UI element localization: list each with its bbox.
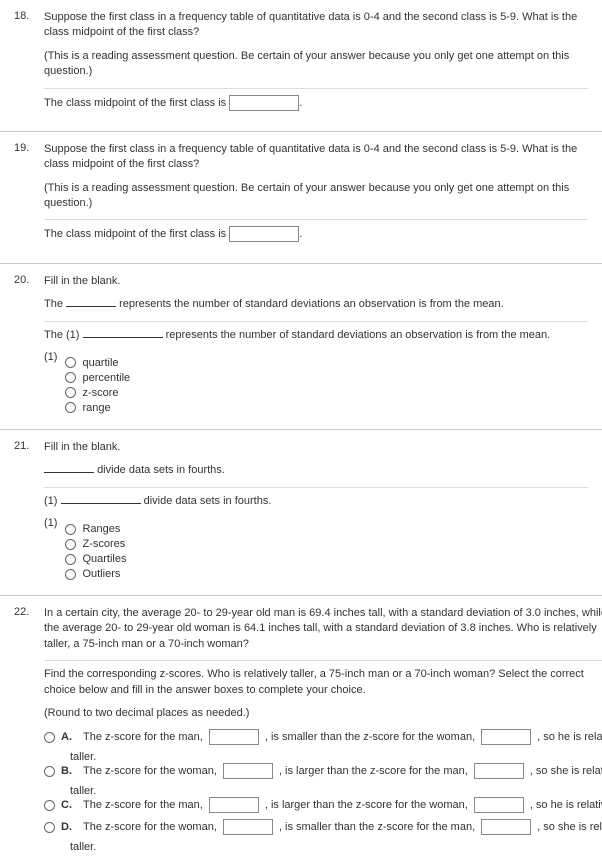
radio-icon (65, 524, 76, 535)
radio-icon (65, 357, 76, 368)
blank-sentence: divide data sets in fourths. (44, 463, 588, 478)
answer-input[interactable] (223, 819, 273, 835)
restated-sentence: (1) divide data sets in fourths. (44, 494, 588, 509)
question-title: Fill in the blank. (44, 274, 588, 289)
option-group-label: (1) (44, 351, 57, 417)
radio-icon (44, 822, 55, 833)
radio-option-outliers[interactable]: Outliers (65, 568, 126, 580)
radio-option-ranges[interactable]: Ranges (65, 523, 126, 535)
choice-b[interactable]: B. The z-score for the woman, , is large… (44, 763, 602, 779)
choice-b-continuation: taller. (70, 785, 602, 797)
question-number: 20. (14, 274, 34, 417)
question-number: 21. (14, 440, 34, 583)
blank (83, 337, 163, 338)
question-number: 19. (14, 142, 34, 251)
answer-line: The class midpoint of the first class is… (44, 95, 588, 111)
radio-icon (44, 800, 55, 811)
blank (44, 472, 94, 473)
option-group-label: (1) (44, 517, 57, 583)
answer-line: The class midpoint of the first class is… (44, 226, 588, 242)
radio-icon (65, 539, 76, 550)
restated-sentence: The (1) represents the number of standar… (44, 328, 588, 343)
choice-d-continuation: taller. (70, 841, 602, 853)
answer-input[interactable] (223, 763, 273, 779)
question-note: (This is a reading assessment question. … (44, 49, 588, 80)
radio-option-zscores[interactable]: Z-scores (65, 538, 126, 550)
question-22: 22. In a certain city, the average 20- t… (0, 596, 602, 865)
answer-input[interactable] (229, 226, 299, 242)
radio-icon (65, 569, 76, 580)
blank-sentence: The represents the number of standard de… (44, 297, 588, 312)
question-18: 18. Suppose the first class in a frequen… (0, 0, 602, 132)
radio-icon (65, 387, 76, 398)
radio-icon (65, 372, 76, 383)
question-title: Fill in the blank. (44, 440, 588, 455)
answer-input[interactable] (481, 729, 531, 745)
choice-a-continuation: taller. (70, 751, 602, 763)
question-prompt: In a certain city, the average 20- to 29… (44, 606, 602, 652)
radio-option-range[interactable]: range (65, 402, 130, 414)
choice-a[interactable]: A. The z-score for the man, , is smaller… (44, 729, 602, 745)
radio-option-quartile[interactable]: quartile (65, 357, 130, 369)
choice-d[interactable]: D. The z-score for the woman, , is small… (44, 819, 602, 835)
answer-input[interactable] (481, 819, 531, 835)
round-note: (Round to two decimal places as needed.) (44, 706, 602, 721)
blank (61, 503, 141, 504)
radio-option-zscore[interactable]: z-score (65, 387, 130, 399)
question-note: (This is a reading assessment question. … (44, 181, 588, 212)
question-prompt: Suppose the first class in a frequency t… (44, 10, 588, 41)
question-21: 21. Fill in the blank. divide data sets … (0, 430, 602, 596)
question-number: 22. (14, 606, 34, 853)
choice-c[interactable]: C. The z-score for the man, , is larger … (44, 797, 602, 813)
blank (66, 306, 116, 307)
radio-icon (44, 732, 55, 743)
question-20: 20. Fill in the blank. The represents th… (0, 264, 602, 430)
answer-input[interactable] (229, 95, 299, 111)
answer-input[interactable] (209, 797, 259, 813)
question-instruction: Find the corresponding z-scores. Who is … (44, 667, 602, 698)
question-19: 19. Suppose the first class in a frequen… (0, 132, 602, 264)
answer-input[interactable] (474, 797, 524, 813)
radio-option-quartiles[interactable]: Quartiles (65, 553, 126, 565)
radio-option-percentile[interactable]: percentile (65, 372, 130, 384)
radio-icon (44, 766, 55, 777)
answer-input[interactable] (209, 729, 259, 745)
radio-icon (65, 554, 76, 565)
radio-icon (65, 402, 76, 413)
answer-input[interactable] (474, 763, 524, 779)
question-number: 18. (14, 10, 34, 119)
question-prompt: Suppose the first class in a frequency t… (44, 142, 588, 173)
